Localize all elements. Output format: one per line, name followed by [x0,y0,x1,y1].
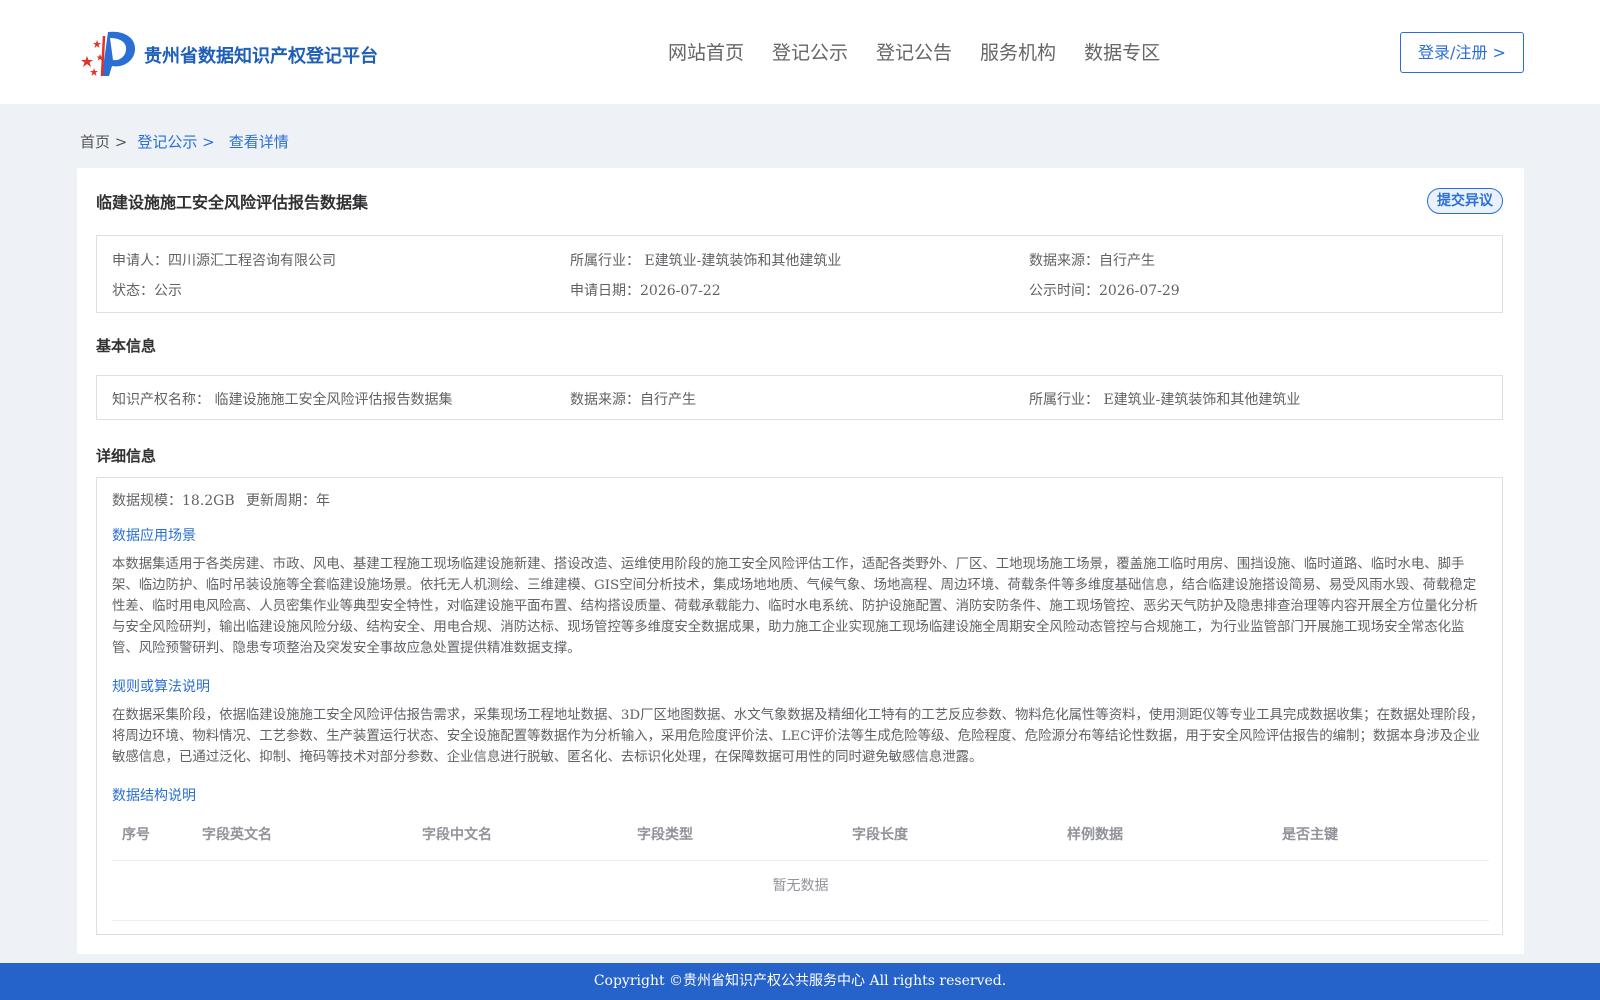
detail-info-box: 数据规模：18.2GB 更新周期：年 数据应用场景 本数据集适用于各类房建、市政… [96,477,1503,935]
page-title: 临建设施施工安全风险评估报告数据集 [96,193,369,212]
basic-data-source: 数据来源：自行产生 [570,392,696,408]
update-cycle: 更新周期：年 [246,493,330,509]
status: 状态：公示 [112,283,182,299]
nav-registration-publicity[interactable]: 登记公示 [772,38,848,65]
basic-info-title: 基本信息 [96,337,157,355]
col-sample-data: 样例数据 [1067,827,1123,843]
basic-industry: 所属行业： E建筑业-建筑装饰和其他建筑业 [1029,392,1301,408]
site-title: 贵州省数据知识产权登记平台 [144,46,378,67]
col-primary-key: 是否主键 [1282,827,1338,843]
rule-text: 在数据采集阶段，依据临建设施施工安全风险评估报告需求，采集现场工程地址数据、3D… [112,708,1484,765]
main-nav: 网站首页 登记公示 登记公告 服务机构 数据专区 [668,38,1188,65]
data-scale: 数据规模：18.2GB [112,493,235,509]
detail-info-title: 详细信息 [96,447,157,465]
publish-time: 公示时间：2026-07-29 [1029,283,1180,299]
structure-title: 数据结构说明 [112,788,196,804]
scene-text: 本数据集适用于各类房建、市政、风电、基建工程施工现场临建设施新建、搭设改造、运维… [112,557,1478,656]
nav-data-zone[interactable]: 数据专区 [1084,38,1160,65]
table-empty-text: 暂无数据 [772,878,829,894]
data-source: 数据来源：自行产生 [1029,253,1155,269]
col-index: 序号 [122,827,150,843]
scene-title: 数据应用场景 [112,528,196,544]
detail-card: 临建设施施工安全风险评估报告数据集 提交异议 申请人：四川源汇工程咨询有限公司 … [77,168,1524,954]
site-header: 贵州省数据知识产权登记平台 网站首页 登记公示 登记公告 服务机构 数据专区 登… [0,0,1600,104]
col-english-name: 字段英文名 [202,827,272,843]
ip-name: 知识产权名称： 临建设施施工安全风险评估报告数据集 [112,392,453,408]
apply-date: 申请日期：2026-07-22 [570,283,721,299]
site-logo[interactable] [80,28,138,78]
col-chinese-name: 字段中文名 [422,827,492,843]
nav-registration-announcement[interactable]: 登记公告 [876,38,952,65]
industry: 所属行业： E建筑业-建筑装饰和其他建筑业 [570,253,842,269]
summary-box: 申请人：四川源汇工程咨询有限公司 所属行业： E建筑业-建筑装饰和其他建筑业 数… [96,235,1503,313]
applicant: 申请人：四川源汇工程咨询有限公司 [112,253,336,269]
rule-title: 规则或算法说明 [112,679,210,695]
submit-objection-button[interactable]: 提交异议 [1427,188,1503,214]
structure-table-header: 序号 字段英文名 字段中文名 字段类型 字段长度 样例数据 是否主键 [112,824,1489,854]
table-divider [112,860,1489,861]
site-footer: Copyright ©贵州省知识产权公共服务中心 All rights rese… [0,963,1600,1000]
breadcrumb-registration-publicity[interactable]: 登记公示 > [137,131,214,152]
table-bottom-line [112,920,1489,921]
col-field-type: 字段类型 [637,827,693,843]
breadcrumb: 首页 > 登记公示 > 查看详情 [80,131,289,152]
login-register-button[interactable]: 登录/注册 > [1400,32,1524,73]
nav-service-agencies[interactable]: 服务机构 [980,38,1056,65]
breadcrumb-current: 查看详情 [228,133,289,151]
col-field-length: 字段长度 [852,827,908,843]
breadcrumb-home[interactable]: 首页 > [80,131,127,152]
basic-info-box: 知识产权名称： 临建设施施工安全风险评估报告数据集 数据来源：自行产生 所属行业… [96,375,1503,420]
nav-home[interactable]: 网站首页 [668,38,744,65]
